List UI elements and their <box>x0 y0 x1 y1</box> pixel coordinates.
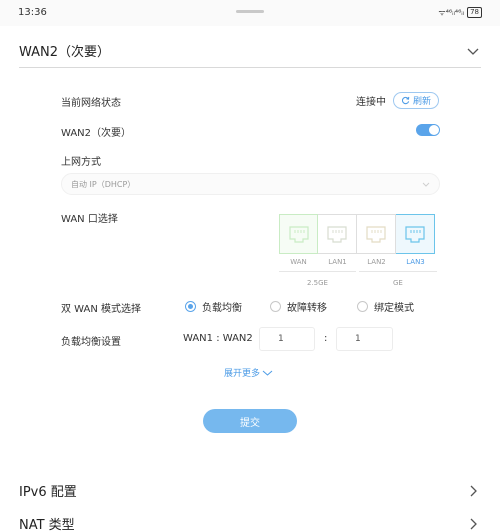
ethernet-port-icon <box>366 226 386 243</box>
wan2-toggle[interactable] <box>416 124 440 136</box>
ipv6-section-title: IPv6 配置 <box>19 485 77 500</box>
nat-section-title: NAT 类型 <box>19 518 75 532</box>
chevron-right-icon[interactable] <box>465 483 481 499</box>
ethernet-port-icon <box>327 226 347 243</box>
radio-failover[interactable]: 故障转移 <box>270 299 327 314</box>
section-divider <box>19 67 481 68</box>
ipv6-section-header[interactable]: IPv6 配置 <box>19 481 481 500</box>
status-time: 13:36 <box>18 7 47 18</box>
radio-button[interactable] <box>185 301 196 312</box>
network-status-label: 当前网络状态 <box>61 98 121 109</box>
wan2-weight-input[interactable]: 1 <box>336 327 393 351</box>
chevron-right-icon[interactable] <box>465 516 481 532</box>
speed-label-2-5ge: 2.5GE <box>307 279 328 287</box>
wan1-weight-input[interactable]: 1 <box>259 327 315 351</box>
radio-label: 故障转移 <box>287 303 327 314</box>
ratio-label: WAN1 : WAN2 <box>183 333 253 344</box>
network-status-row: 连接中 刷新 <box>356 92 439 109</box>
port-wan[interactable] <box>279 214 318 254</box>
port-label-lan1: LAN1 <box>328 258 347 266</box>
access-mode-label: 上网方式 <box>61 157 101 168</box>
battery-icon: 78 <box>467 7 482 18</box>
radio-button[interactable] <box>357 301 368 312</box>
signal-icon: ᯤ⁴⁶ᵢₗ⁴⁶ᵢₗ <box>438 8 465 17</box>
status-icons: ᯤ⁴⁶ᵢₗ⁴⁶ᵢₗ 78 <box>438 7 482 18</box>
port-selector <box>279 214 435 254</box>
port-lan2[interactable] <box>357 214 396 254</box>
port-label-wan: WAN <box>290 258 307 266</box>
chevron-down-icon[interactable] <box>465 43 481 59</box>
expand-more-link[interactable]: 展开更多 <box>224 366 273 379</box>
wan2-toggle-label: WAN2（次要） <box>61 128 132 139</box>
radio-load-balance[interactable]: 负载均衡 <box>185 299 242 314</box>
ethernet-port-icon <box>405 226 425 243</box>
port-labels: WAN LAN1 LAN2 LAN3 <box>279 258 435 266</box>
port-label-lan2: LAN2 <box>367 258 386 266</box>
chevron-down-icon <box>422 182 430 187</box>
access-mode-value: 自动 IP（DHCP） <box>71 180 136 189</box>
speed-group-underline <box>359 271 437 272</box>
radio-label: 负载均衡 <box>202 303 242 314</box>
radio-button[interactable] <box>270 301 281 312</box>
wan2-section-header[interactable]: WAN2（次要） <box>19 41 481 60</box>
submit-button[interactable]: 提交 <box>203 409 297 433</box>
toggle-knob <box>429 125 439 135</box>
radio-bond[interactable]: 绑定模式 <box>357 299 414 314</box>
network-status-value: 连接中 <box>355 97 386 108</box>
load-balance-label: 负载均衡设置 <box>61 337 121 348</box>
refresh-label: 刷新 <box>412 97 431 107</box>
wan2-section-title: WAN2（次要） <box>19 45 111 60</box>
wan-port-label: WAN 口选择 <box>61 214 118 225</box>
access-mode-select[interactable]: 自动 IP（DHCP） <box>61 173 440 195</box>
expand-more-label: 展开更多 <box>224 369 261 379</box>
radio-label: 绑定模式 <box>374 303 414 314</box>
nat-section-header[interactable]: NAT 类型 <box>19 514 481 532</box>
speed-label-ge: GE <box>393 279 403 287</box>
ethernet-port-icon <box>288 226 309 243</box>
port-lan3[interactable] <box>396 214 435 254</box>
drag-handle[interactable] <box>236 10 264 13</box>
port-label-lan3: LAN3 <box>406 258 425 266</box>
status-bar: 13:36 ᯤ⁴⁶ᵢₗ⁴⁶ᵢₗ 78 <box>0 0 500 26</box>
speed-group-underline <box>279 271 356 272</box>
port-lan1[interactable] <box>318 214 357 254</box>
refresh-icon <box>401 96 410 105</box>
ratio-separator: : <box>324 333 328 344</box>
refresh-button[interactable]: 刷新 <box>392 92 439 109</box>
dual-wan-label: 双 WAN 模式选择 <box>61 304 142 315</box>
chevron-down-icon <box>262 370 273 376</box>
